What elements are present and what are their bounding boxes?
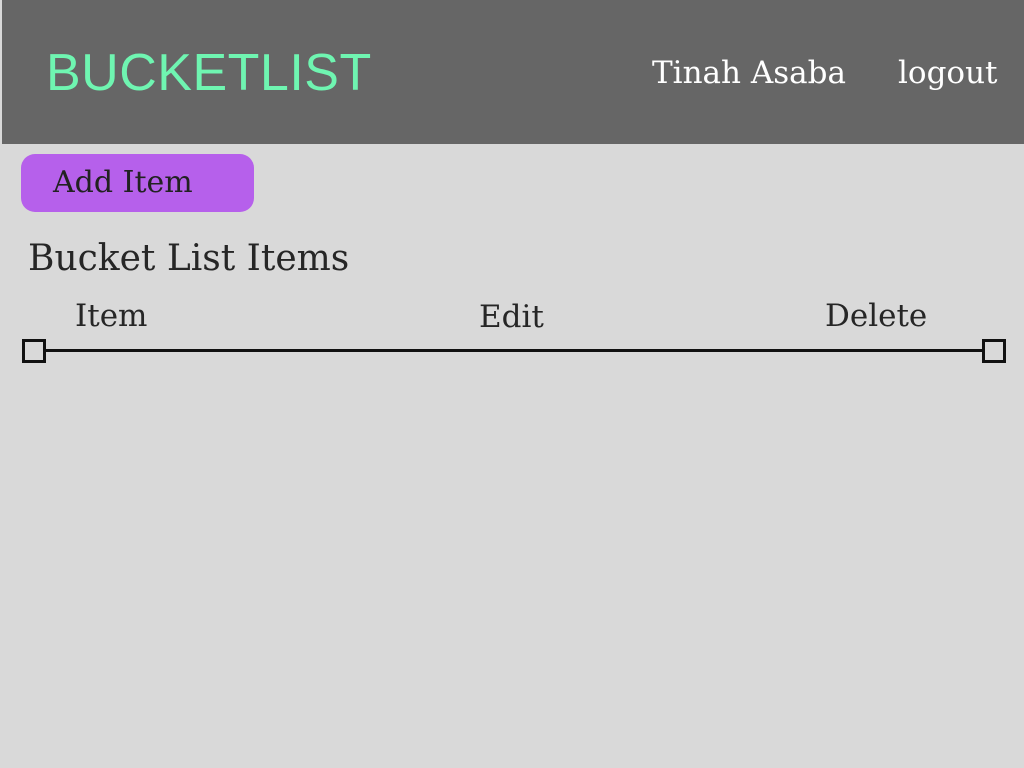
divider-left-handle xyxy=(22,339,46,363)
brand-logo[interactable]: BUCKETLIST xyxy=(46,42,372,104)
user-name: Tinah Asaba xyxy=(652,55,846,91)
bucket-list-title: Bucket List Items xyxy=(28,238,350,279)
logout-link[interactable]: logout xyxy=(898,53,998,93)
column-header-edit: Edit xyxy=(479,299,544,335)
column-header-delete: Delete xyxy=(825,298,928,334)
add-item-button[interactable]: Add Item xyxy=(21,154,254,212)
add-item-button-label: Add Item xyxy=(53,165,193,200)
header-divider-line xyxy=(33,349,994,352)
app-header: BUCKETLIST Tinah Asaba logout xyxy=(2,0,1024,144)
column-header-item: Item xyxy=(75,298,148,334)
divider-right-handle xyxy=(982,339,1006,363)
page: BUCKETLIST Tinah Asaba logout Add Item B… xyxy=(0,0,1024,768)
